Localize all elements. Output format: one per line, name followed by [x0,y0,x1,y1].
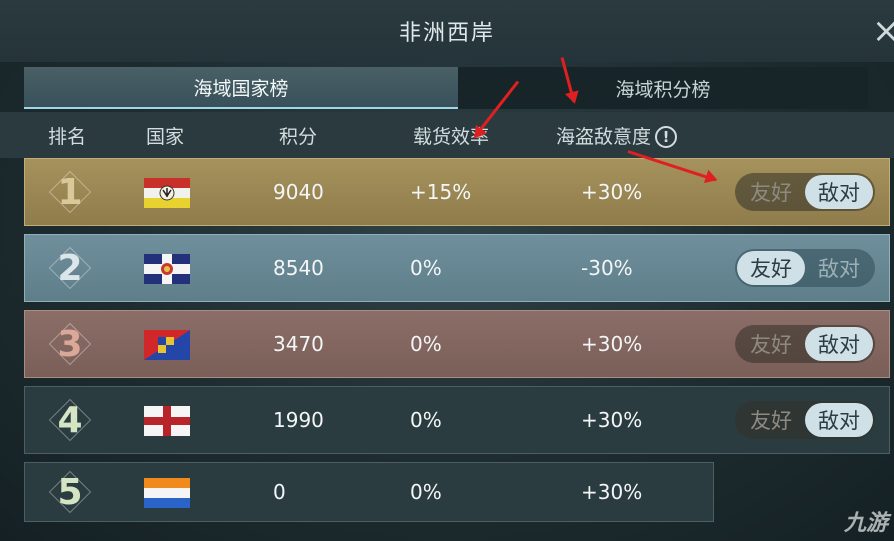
pirate-value: +30% [581,480,643,504]
tab-sea-score-ranking[interactable]: 海域积分榜 [458,67,868,109]
score-value: 8540 [273,256,324,280]
header-country: 国家 [146,125,185,148]
table-header: 排名 国家 积分 载货效率 海盗敌意度! [0,112,894,158]
cargo-value: 0% [410,256,442,280]
rank-badge: 5 [48,470,92,514]
table-row: 4 1990 0% +30% 友好 敌对 [24,386,890,454]
stance-toggle[interactable]: 友好 敌对 [735,173,875,211]
rank-number: 3 [57,323,83,365]
pirate-value: -30% [581,256,633,280]
cargo-value: 0% [410,480,442,504]
stance-toggle[interactable]: 友好 敌对 [735,249,875,287]
flag-cross-crest-icon [144,254,190,284]
header-pirate-label: 海盗敌意度 [556,125,652,148]
rank-number: 2 [57,247,83,289]
rank-badge: 1 [48,170,92,214]
rank-badge: 2 [48,246,92,290]
pirate-value: +30% [581,180,643,204]
table-row: 1 9040 +15% +30% 友好 敌对 [24,158,890,226]
stance-toggle[interactable]: 友好 敌对 [735,325,875,363]
pirate-value: +30% [581,408,643,432]
table-row: 3 3470 0% +30% 友好 敌对 [24,310,890,378]
flag-eagle-yellow-icon [144,178,190,208]
rank-badge: 3 [48,322,92,366]
score-value: 3470 [273,332,324,356]
score-value: 1990 [273,408,324,432]
watermark-logo: 九游 [843,511,888,536]
close-icon[interactable]: × [872,14,894,48]
header-pirate: 海盗敌意度! [556,122,678,149]
score-value: 0 [273,480,286,504]
tab-bar: 海域国家榜 海域积分榜 [24,67,868,109]
friendly-option[interactable]: 友好 [737,403,805,437]
rank-number: 1 [57,171,83,213]
info-icon[interactable]: ! [655,125,678,148]
hostile-option[interactable]: 敌对 [805,403,873,437]
hostile-option[interactable]: 敌对 [805,327,873,361]
table-row: 5 0 0% +30% [24,462,714,522]
rank-badge: 4 [48,398,92,442]
cargo-value: +15% [410,180,472,204]
flag-orange-white-blue-icon [144,478,190,508]
score-value: 9040 [273,180,324,204]
table-row: 2 8540 0% -30% 友好 敌对 [24,234,890,302]
cargo-value: 0% [410,408,442,432]
hostile-option[interactable]: 敌对 [805,175,873,209]
tab-sea-country-ranking[interactable]: 海域国家榜 [24,67,458,109]
stance-toggle[interactable]: 友好 敌对 [735,401,875,439]
friendly-option[interactable]: 友好 [737,251,805,285]
title-bar: 非洲西岸 × [0,0,894,62]
pirate-value: +30% [581,332,643,356]
header-score: 积分 [279,125,318,148]
hostile-option[interactable]: 敌对 [805,251,873,285]
window-title: 非洲西岸 [398,21,495,46]
friendly-option[interactable]: 友好 [737,175,805,209]
cargo-value: 0% [410,332,442,356]
header-rank: 排名 [48,125,87,148]
friendly-option[interactable]: 友好 [737,327,805,361]
flag-red-blue-checker-icon [144,330,190,360]
flag-st-george-cross-icon [144,406,190,436]
rank-number: 4 [57,399,83,441]
rank-number: 5 [57,471,83,513]
